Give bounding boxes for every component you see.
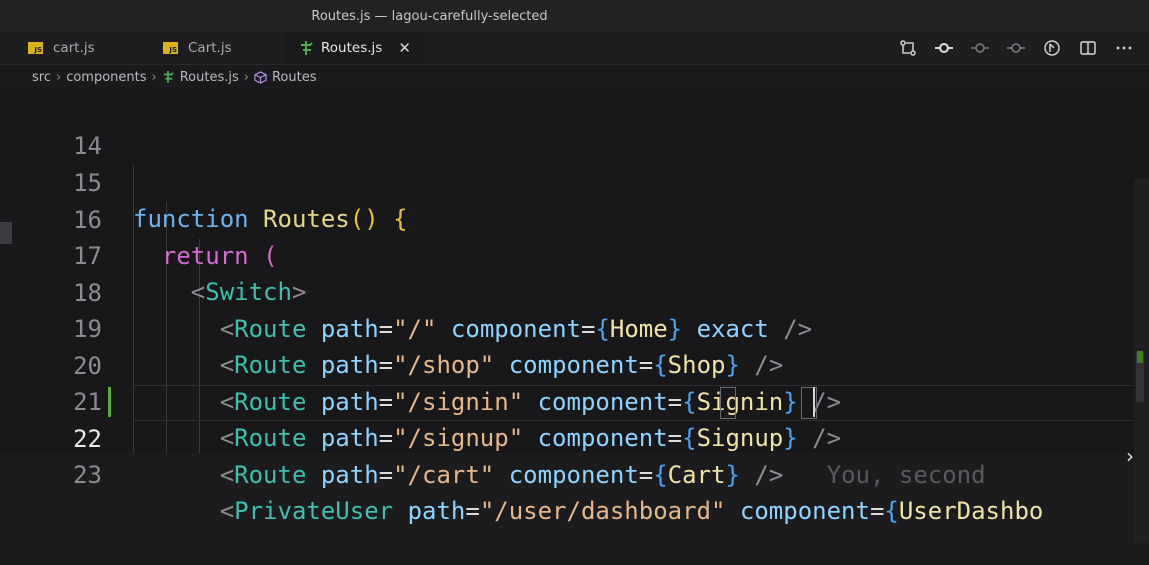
- code-line: 18 <Route path="/" component={Home} exac…: [0, 239, 1149, 343]
- code-line: 23 <PrivateUser path="/user/dashboard" c…: [0, 421, 1149, 525]
- js-file-icon: JS: [163, 42, 178, 54]
- editor-tab-bar: JS cart.js JS Cart.js Routes.js ✕: [0, 32, 1149, 65]
- open-changes-icon[interactable]: [1043, 39, 1061, 57]
- tab-cart-js-2[interactable]: JS Cart.js: [145, 32, 285, 64]
- code-line: 21 <Route path="/signup" component={Sign…: [0, 348, 1149, 452]
- tab-routes-js[interactable]: Routes.js ✕: [285, 32, 425, 64]
- git-commit-prev-icon[interactable]: [971, 39, 989, 57]
- code-editor[interactable]: 14 15 function Routes() { 16 return ( 17…: [0, 89, 1149, 542]
- tab-label: Cart.js: [188, 40, 232, 56]
- tab-label: Routes.js: [321, 40, 383, 56]
- code-line: 17 <Switch>: [0, 202, 1149, 306]
- breadcrumb-item-symbol[interactable]: Routes: [272, 70, 317, 85]
- line-number: 23: [73, 461, 102, 489]
- chevron-right-icon: ›: [55, 69, 62, 85]
- breadcrumb-item-src[interactable]: src: [32, 70, 51, 85]
- window-titlebar: Routes.js — lagou-carefully-selected: [0, 0, 1149, 32]
- code-text: <PrivateUser path="/user/dashboard" comp…: [219, 497, 1044, 525]
- code-line: 19 <Route path="/shop" component={Shop} …: [0, 275, 1149, 379]
- chevron-right-icon[interactable]: ›: [1126, 444, 1134, 468]
- breadcrumb-item-components[interactable]: components: [66, 70, 146, 85]
- more-actions-icon[interactable]: [1115, 39, 1133, 57]
- chevron-right-icon: ›: [151, 69, 157, 85]
- breadcrumb: src › components › Routes.js › Routes: [0, 65, 1149, 89]
- breadcrumb-item-file[interactable]: Routes.js: [180, 70, 239, 85]
- js-file-icon: JS: [28, 42, 43, 54]
- code-line: 15 function Routes() {: [0, 129, 1149, 233]
- window-title: Routes.js — lagou-carefully-selected: [311, 8, 548, 24]
- source-control-compare-icon[interactable]: [899, 39, 917, 57]
- editor-toolbar: [899, 32, 1133, 64]
- route-file-icon: [163, 71, 174, 83]
- code-line: 20 <Route path="/signin" component={Sign…: [0, 312, 1149, 416]
- tab-label: cart.js: [53, 40, 95, 56]
- inline-blame-text: You, second: [826, 461, 986, 489]
- code-text: <Route path="/cart" component={Cart} /> …: [219, 461, 986, 489]
- code-line: 22 <Route path="/cart" component={Cart} …: [0, 385, 1149, 489]
- chevron-right-icon: ›: [243, 69, 249, 85]
- code-line: 14: [0, 92, 1149, 160]
- text-cursor: [813, 387, 815, 417]
- git-commit-icon[interactable]: [935, 39, 953, 57]
- tab-cart-js[interactable]: JS cart.js: [0, 32, 145, 64]
- symbol-function-icon: [254, 70, 267, 84]
- split-editor-icon[interactable]: [1079, 39, 1097, 57]
- code-line: 16 return (: [0, 166, 1149, 270]
- modified-overview-mark: [1137, 351, 1143, 363]
- route-file-icon: [301, 41, 313, 55]
- git-commit-next-icon[interactable]: [1007, 39, 1025, 57]
- bracket-match-highlight: [720, 387, 736, 419]
- close-icon[interactable]: ✕: [398, 39, 411, 57]
